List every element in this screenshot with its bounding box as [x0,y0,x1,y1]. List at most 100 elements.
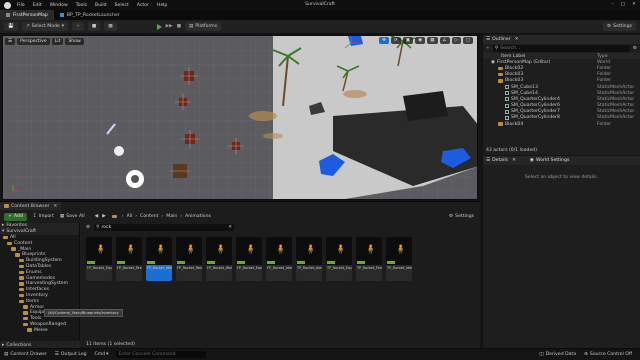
asset-tile[interactable]: 🧍 FP_Rocket_Idle [266,237,292,281]
play-icon[interactable] [156,23,162,30]
folder-icon [19,258,24,263]
close-icon[interactable]: ✕ [515,37,519,42]
import-button[interactable]: ↧ Import [33,214,54,219]
show-button[interactable]: Show [65,38,84,45]
folder-icon [23,316,28,321]
translate-tool[interactable]: ✥ [379,37,389,44]
viewport-transform-tools: ✥ ⟳ ▣ ◉ ▦ ∠ ▷ ◻ [379,37,475,44]
content-browser-toolbar: + Add ↧ Import ▦ Save All ◀ ▶ › All › Conte… [0,211,480,222]
asset-tile[interactable]: 🧍 TP_Rocket_Aim [296,237,322,281]
world-space-toggle[interactable]: ◉ [415,37,426,44]
forward-icon[interactable]: ▶ [102,214,106,219]
cinematics-button[interactable]: ▩ [104,22,117,31]
derived-data-label: Derived Data [545,352,577,357]
outliner-row-type: Folder [597,65,612,71]
level-viewport[interactable]: ☰ Perspective Lit Show ✥ ⟳ ▣ ◉ ▦ ∠ ▷ ◻ [2,35,478,200]
asset-thumbnail: 🧍 [86,237,112,265]
tab-blueprint[interactable]: BP_TP_RocketLauncher [54,10,126,20]
asset-search-input[interactable]: ⚲ rock ✕ [94,224,235,231]
breadcrumb-separator-icon: › [135,214,138,219]
save-button[interactable]: 💾 [4,22,18,31]
asset-tile[interactable]: 🧍 FP_Rocket_Idle_Animation [146,237,172,281]
platforms-dropdown[interactable]: ▤ Platforms [185,22,222,31]
lit-button[interactable]: Lit [51,38,64,45]
outliner-row-label: Block03 [498,72,523,77]
viewport-options-button[interactable]: ☰ [5,38,16,45]
outliner-row-label: SM_QuarterCylinder6 [505,103,560,108]
outliner-row-type: StaticMeshActor [597,84,635,90]
folder-tree-item[interactable]: Melee [0,327,79,333]
stop-icon[interactable]: ■ [177,24,181,29]
column-type[interactable]: Type [597,54,608,59]
scale-tool[interactable]: ▣ [402,37,414,44]
output-log-button[interactable]: ☰ Output Log [55,352,87,357]
folder-icon [27,328,32,332]
filter-icon[interactable]: ⚙ [86,225,90,230]
close-icon[interactable]: ✕ [512,158,516,163]
asset-tile[interactable]: 🧍 TP_Rocket_Fire [356,237,382,281]
outliner-row[interactable]: Block04 Folder [483,121,640,127]
save-all-button[interactable]: ▦ Save All [60,214,85,219]
column-item-label[interactable]: Item Label [501,54,525,59]
animation-figure-icon: 🧍 [395,245,407,255]
asset-name: FP_Rocket_Walk [207,266,232,270]
minimize-icon[interactable]: – [612,2,614,7]
world-settings-tab[interactable]: ◉ World Settings [530,158,569,163]
breadcrumb-item[interactable]: All [127,214,133,219]
breadcrumb-item[interactable]: Main [166,214,177,219]
console-input[interactable]: Enter Console Command [116,351,207,358]
asset-tile[interactable]: 🧍 TP_Rocket_Idle [386,237,412,281]
outliner-row-text: SM_QuarterCylinder7 [511,109,560,115]
outliner-search-input[interactable]: ⚲ Search... [492,45,630,52]
step-icon[interactable]: ▶▶ [166,24,173,29]
breadcrumb-item[interactable]: Content [140,214,158,219]
asset-tile[interactable]: 🧍 FP_Rocket_Equip [236,237,262,281]
close-icon[interactable]: ✕ [53,204,57,209]
maximize-icon[interactable]: □ [621,2,625,7]
select-mode-dropdown[interactable]: ↗ Select Mode ▾ [21,22,69,31]
asset-tile[interactable]: 🧍 FP_Rocket_Walk [206,237,232,281]
folder-icon [498,122,503,126]
outliner-row-type: StaticMeshActor [597,115,635,121]
perspective-button[interactable]: Perspective [17,38,50,45]
breadcrumb-item[interactable]: Animations [185,214,211,219]
content-drawer-button[interactable]: ▤ Content Drawer [4,352,47,357]
asset-name: FP_Rocket_Idle [267,266,292,270]
scene-render[interactable] [3,36,478,200]
back-icon[interactable]: ◀ [95,214,99,219]
blueprint-button[interactable]: ■ [87,22,101,31]
asset-tile[interactable]: 🧍 TP_Rocket_Equip [326,237,352,281]
cmd-dropdown[interactable]: Cmd ▾ [95,352,109,357]
folder-tree-label: HarvestingSystem [26,281,69,287]
add-label: Add [13,214,23,219]
add-button[interactable]: + Add [4,212,27,221]
outliner-panel: ☰ Outliner ✕ + ⚲ Search... ⚙ Item Label … [482,35,640,155]
content-browser-tab[interactable]: Content Browser ✕ [0,202,62,210]
cmd-label: Cmd [94,352,106,357]
outliner-row-text: SM_Cube13 [511,84,538,90]
folder-icon [19,287,24,292]
asset-thumbnail: 🧍 [116,237,142,265]
source-control-button[interactable]: ⊛ Source Control Off [584,352,632,357]
animation-figure-icon: 🧍 [185,245,197,255]
grid-snap-toggle[interactable]: ▦ [427,37,438,44]
rotate-tool[interactable]: ⟳ [390,37,401,44]
cb-settings-button[interactable]: ⚙ Settings [449,214,474,219]
filter-icon[interactable]: ⚙ [633,46,637,51]
camera-speed-button[interactable]: ▷ [451,37,462,44]
derived-data-button[interactable]: ◫ Derived Data [539,352,576,357]
rotation-snap-toggle[interactable]: ∠ [439,37,450,44]
asset-tile[interactable]: 🧍 FP_Rocket_Fire [116,237,142,281]
add-icon[interactable]: + [486,46,490,51]
tab-map[interactable]: FirstPersonMap [0,10,54,20]
import-icon: ↧ [32,214,37,219]
maximize-viewport-button[interactable]: ◻ [463,37,473,44]
add-actor-button[interactable]: + [72,22,84,31]
details-tab[interactable]: ☰ Details ✕ [486,158,516,163]
settings-button[interactable]: ⚙ Settings [603,22,636,31]
clear-icon[interactable]: ✕ [228,225,232,230]
close-icon[interactable]: ✕ [632,2,636,7]
asset-tile[interactable]: 🧍 FP_Rocket_Reload [176,237,202,281]
folder-icon [498,79,503,83]
asset-tile[interactable]: 🧍 FP_Rocket_Equip [86,237,112,281]
